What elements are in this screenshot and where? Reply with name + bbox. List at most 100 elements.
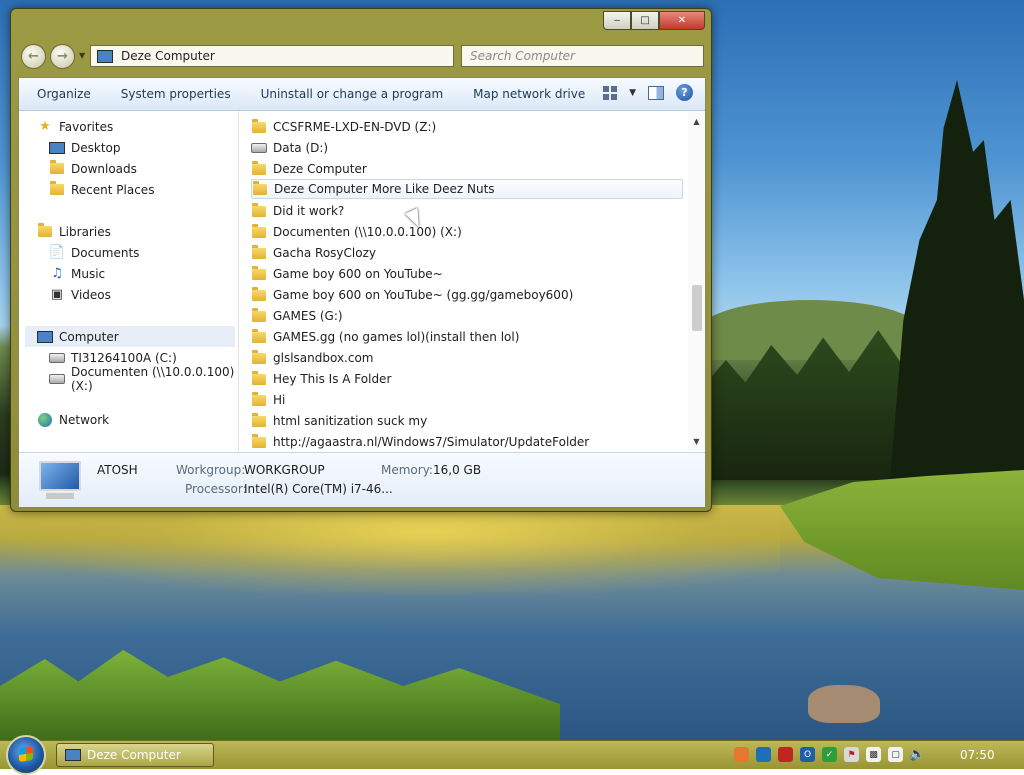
search-input[interactable]: Search Computer [461,45,704,67]
folder-icon [251,370,267,387]
help-icon[interactable]: ? [676,84,693,101]
system-properties-button[interactable]: System properties [106,78,246,110]
list-item-hovered[interactable]: Deze Computer More Like Deez Nuts [251,179,683,199]
nav-favorites-label: Favorites [59,119,114,134]
list-item[interactable]: GAMES (G:) [251,306,683,326]
list-item[interactable]: Hi [251,390,683,410]
folder-icon [251,160,267,177]
nav-computer[interactable]: Computer [25,326,235,347]
list-item[interactable]: GAMES.gg (no games lol)(install then lol… [251,327,683,347]
nav-drive-x-label: Documenten (\\10.0.0.100) (X:) [71,364,235,393]
videos-icon: ▣ [50,287,64,302]
organize-button[interactable]: Organize [19,78,106,110]
scrollbar-thumb[interactable] [692,285,702,331]
list-item-label: glslsandbox.com [273,351,374,365]
nav-music[interactable]: ♫ Music [49,263,105,284]
folder-icon [251,349,267,366]
computer-icon [65,749,81,761]
volume-icon[interactable]: 🔈 [909,747,925,762]
display-tray-icon[interactable]: ▢ [888,747,903,762]
computer-icon [37,329,53,345]
address-bar[interactable]: Deze Computer [90,45,454,67]
nav-libraries[interactable]: Libraries [37,221,111,242]
command-bar: Organize System properties Uninstall or … [19,78,705,111]
security-tray-icon[interactable]: ✓ [822,747,837,762]
outlook-tray-icon[interactable]: O [800,747,815,762]
uninstall-program-button[interactable]: Uninstall or change a program [246,78,459,110]
list-item[interactable]: html sanitization suck my [251,411,683,431]
nav-recent-places[interactable]: Recent Places [49,179,154,200]
scroll-up-icon[interactable]: ▲ [688,113,705,129]
nav-drive-x[interactable]: Documenten (\\10.0.0.100) (X:) [49,365,238,393]
list-item-label: Documenten (\\10.0.0.100) (X:) [273,225,462,239]
folder-icon [251,244,267,261]
list-item[interactable]: http://agaastra.nl/Windows7/Simulator/Up… [251,432,683,451]
explorer-window[interactable]: ‒ □ ✕ ← → ▼ Deze Computer Search Compute… [10,8,712,512]
list-item-label: Game boy 600 on YouTube~ [273,267,443,281]
star-icon: ★ [39,119,51,134]
forward-arrow-icon: → [57,49,68,64]
list-item-label: Data (D:) [273,141,329,155]
list-item[interactable]: Hey This Is A Folder [251,369,683,389]
libraries-icon [37,223,53,240]
nav-desktop[interactable]: Desktop [49,137,121,158]
nav-favorites[interactable]: ★ Favorites [37,116,113,137]
network-tray-icon[interactable] [756,747,771,762]
media-tray-icon[interactable] [734,747,749,762]
windows-drive-icon [49,350,65,366]
memory-label: Memory: [381,463,433,477]
history-dropdown-icon[interactable]: ▼ [79,51,85,60]
list-item-label: http://agaastra.nl/Windows7/Simulator/Up… [273,435,590,449]
music-icon: ♫ [51,266,63,281]
folder-icon [251,433,267,450]
action-center-flag-icon[interactable]: ⚑ [844,747,859,762]
list-item-label: html sanitization suck my [273,414,428,428]
processor-value: Intel(R) Core(TM) i7-46... [244,482,393,496]
back-arrow-icon: ← [28,49,39,64]
back-button[interactable]: ← [21,44,46,69]
wallpaper-rock [808,685,880,723]
explorer-client-area: Organize System properties Uninstall or … [18,77,706,507]
list-item[interactable]: Data (D:) [251,138,683,158]
nav-documents[interactable]: 📄 Documents [49,242,140,263]
change-view-icon[interactable] [603,85,618,100]
nav-downloads[interactable]: Downloads [49,158,137,179]
list-item[interactable]: CCSFRME-LXD-EN-DVD (Z:) [251,117,683,137]
computer-name: ATOSH [97,463,138,477]
scroll-down-icon[interactable]: ▼ [688,433,705,449]
minimize-button[interactable]: ‒ [603,11,631,30]
downloads-icon [49,160,65,177]
clock[interactable]: 07:50 [960,748,995,762]
caption-buttons: ‒ □ ✕ [603,11,705,30]
recent-places-icon [49,181,65,198]
system-tray: O ✓ ⚑ ▩ ▢ 🔈 [734,747,926,762]
close-button[interactable]: ✕ [659,11,705,30]
vertical-scrollbar[interactable]: ▲ ▼ [688,111,705,451]
forward-button[interactable]: → [50,44,75,69]
preview-pane-icon[interactable] [648,85,664,100]
map-network-drive-button[interactable]: Map network drive [458,78,600,110]
nav-network[interactable]: Network [37,409,109,430]
view-options-dropdown-icon[interactable]: ▼ [629,88,636,98]
workgroup-value: WORKGROUP [244,463,325,477]
adobe-tray-icon[interactable] [778,747,793,762]
nav-computer-label: Computer [59,329,119,344]
folder-icon [251,391,267,408]
list-item[interactable]: Did it work? [251,201,683,221]
maximize-button[interactable]: □ [631,11,659,30]
taskbar-window-button[interactable]: Deze Computer [56,743,214,767]
nav-videos[interactable]: ▣ Videos [49,284,111,305]
taskbar: Deze Computer O ✓ ⚑ ▩ ▢ 🔈 07:50 [0,735,1024,775]
list-item[interactable]: glslsandbox.com [251,348,683,368]
list-item[interactable]: Deze Computer [251,159,683,179]
start-button[interactable] [6,735,46,775]
computer-icon [97,49,113,63]
list-item-label: Deze Computer More Like Deez Nuts [274,182,495,196]
list-item[interactable]: Gacha RosyClozy [251,243,683,263]
list-item[interactable]: Documenten (\\10.0.0.100) (X:) [251,222,683,242]
list-item-label: Did it work? [273,204,345,218]
list-item[interactable]: Game boy 600 on YouTube~ (gg.gg/gameboy6… [251,285,683,305]
list-item[interactable]: Game boy 600 on YouTube~ [251,264,683,284]
clipboard-tray-icon[interactable]: ▩ [866,747,881,762]
folder-icon [251,328,267,345]
